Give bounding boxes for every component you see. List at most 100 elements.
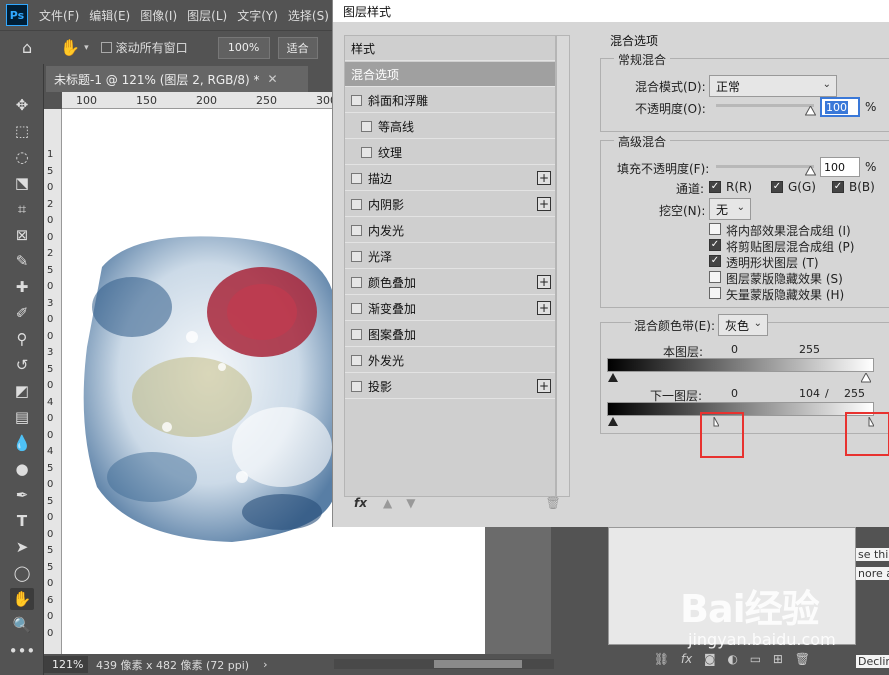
hand-tool-icon[interactable]: ✋ bbox=[60, 38, 80, 57]
scrollbar-thumb[interactable] bbox=[434, 660, 522, 668]
gradient-tool-icon[interactable]: ▤ bbox=[10, 406, 34, 428]
folder-icon[interactable]: ▭ bbox=[750, 652, 761, 666]
add-effect-icon[interactable]: + bbox=[537, 197, 551, 211]
advanced-option-checkbox[interactable] bbox=[709, 271, 721, 283]
horizontal-scrollbar[interactable] bbox=[334, 659, 554, 669]
move-tool-icon[interactable]: ✥ bbox=[10, 94, 34, 116]
trash-icon[interactable]: 🗑 bbox=[795, 652, 810, 666]
add-effect-icon[interactable]: + bbox=[537, 301, 551, 315]
hand-tool-icon[interactable]: ✋ bbox=[10, 588, 34, 610]
fill-opacity-input[interactable]: 100 bbox=[820, 157, 860, 177]
add-effect-icon[interactable]: + bbox=[537, 171, 551, 185]
this-layer-white-slider[interactable] bbox=[861, 373, 871, 383]
zoom-100-button[interactable]: 100% bbox=[217, 36, 270, 59]
type-tool-icon[interactable]: T bbox=[10, 510, 34, 532]
style-item-checkbox[interactable] bbox=[351, 250, 362, 262]
style-item[interactable]: 投影 + bbox=[345, 374, 555, 399]
brush-tool-icon[interactable]: ✐ bbox=[10, 302, 34, 324]
style-item[interactable]: 内阴影 + bbox=[345, 192, 555, 217]
blend-mode-select[interactable]: 正常 ⌄ bbox=[709, 75, 837, 97]
path-select-tool-icon[interactable]: ➤ bbox=[10, 536, 34, 558]
style-item-checkbox[interactable] bbox=[351, 354, 362, 366]
style-item[interactable]: 等高线 bbox=[345, 114, 555, 139]
style-item[interactable]: 外发光 bbox=[345, 348, 555, 373]
pen-tool-icon[interactable]: ✒ bbox=[10, 484, 34, 506]
move-down-icon[interactable]: ▼ bbox=[406, 496, 415, 510]
fit-screen-button[interactable]: 适合 bbox=[277, 36, 318, 59]
dodge-tool-icon[interactable]: ● bbox=[10, 458, 34, 480]
healing-brush-tool-icon[interactable]: ✚ bbox=[10, 276, 34, 298]
knockout-select[interactable]: 无 ⌄ bbox=[709, 198, 751, 220]
style-item[interactable]: 混合选项 bbox=[345, 62, 555, 87]
document-tab[interactable]: 未标题-1 @ 121% (图层 2, RGB/8) * ✕ bbox=[46, 66, 308, 92]
style-item[interactable]: 斜面和浮雕 bbox=[345, 88, 555, 113]
stamp-tool-icon[interactable]: ⚲ bbox=[10, 328, 34, 350]
menu-layer[interactable]: 图层(L) bbox=[182, 7, 232, 24]
channel-r-checkbox[interactable]: ✓ bbox=[709, 181, 721, 193]
blur-tool-icon[interactable]: 💧 bbox=[10, 432, 34, 454]
frame-tool-icon[interactable]: ⊠ bbox=[10, 224, 34, 246]
style-item-checkbox[interactable] bbox=[351, 276, 362, 288]
close-icon[interactable]: ✕ bbox=[268, 72, 278, 86]
style-item-checkbox[interactable] bbox=[351, 198, 362, 210]
opacity-input[interactable]: 100 bbox=[820, 97, 860, 117]
menu-type[interactable]: 文字(Y) bbox=[232, 7, 283, 24]
this-layer-black-slider[interactable] bbox=[608, 373, 618, 383]
eraser-tool-icon[interactable]: ◩ bbox=[10, 380, 34, 402]
menu-image[interactable]: 图像(I) bbox=[135, 7, 182, 24]
style-item-checkbox[interactable] bbox=[351, 94, 362, 106]
style-item-checkbox[interactable] bbox=[351, 224, 362, 236]
fx-icon[interactable]: fx bbox=[681, 652, 692, 666]
status-zoom[interactable]: 121% bbox=[44, 656, 88, 673]
style-item[interactable]: 内发光 bbox=[345, 218, 555, 243]
new-layer-icon[interactable]: ⊞ bbox=[773, 652, 783, 666]
chevron-down-icon[interactable]: ▾ bbox=[84, 43, 89, 53]
style-item[interactable]: 样式 bbox=[345, 36, 555, 61]
advanced-option-checkbox[interactable]: ✓ bbox=[709, 255, 721, 267]
checkbox-box[interactable] bbox=[100, 42, 112, 53]
crop-tool-icon[interactable]: ⌗ bbox=[10, 198, 34, 220]
chevron-right-icon[interactable]: › bbox=[263, 658, 267, 671]
link-icon[interactable]: ⛓ bbox=[654, 652, 669, 666]
style-item[interactable]: 光泽 bbox=[345, 244, 555, 269]
quick-select-tool-icon[interactable]: ⬔ bbox=[10, 172, 34, 194]
style-item[interactable]: 颜色叠加 + bbox=[345, 270, 555, 295]
marquee-tool-icon[interactable]: ⬚ bbox=[10, 120, 34, 142]
fx-button[interactable]: fx bbox=[354, 496, 367, 510]
style-item[interactable]: 纹理 bbox=[345, 140, 555, 165]
channel-g-checkbox[interactable]: ✓ bbox=[771, 181, 783, 193]
opacity-slider-thumb[interactable] bbox=[805, 106, 816, 116]
scroll-all-checkbox[interactable]: 滚动所有窗口 bbox=[100, 39, 188, 56]
style-item-checkbox[interactable] bbox=[361, 146, 372, 158]
menu-select[interactable]: 选择(S) bbox=[283, 7, 334, 24]
add-effect-icon[interactable]: + bbox=[537, 275, 551, 289]
style-list-scrollbar[interactable] bbox=[556, 35, 570, 497]
fill-opacity-slider-thumb[interactable] bbox=[805, 166, 816, 176]
style-item-checkbox[interactable] bbox=[361, 120, 372, 132]
mask-icon[interactable]: ◙ bbox=[704, 652, 716, 666]
style-item-checkbox[interactable] bbox=[351, 172, 362, 184]
advanced-option-checkbox[interactable] bbox=[709, 223, 721, 235]
advanced-option-checkbox[interactable] bbox=[709, 287, 721, 299]
blend-if-select[interactable]: 灰色 ⌄ bbox=[718, 314, 768, 336]
advanced-option-checkbox[interactable]: ✓ bbox=[709, 239, 721, 251]
adjustment-icon[interactable]: ◐ bbox=[728, 652, 738, 666]
ellipse-tool-icon[interactable]: ◯ bbox=[10, 562, 34, 584]
home-icon[interactable]: ⌂ bbox=[22, 38, 32, 57]
add-effect-icon[interactable]: + bbox=[537, 379, 551, 393]
menu-edit[interactable]: 编辑(E) bbox=[84, 7, 135, 24]
history-brush-tool-icon[interactable]: ↺ bbox=[10, 354, 34, 376]
eyedropper-tool-icon[interactable]: ✎ bbox=[10, 250, 34, 272]
zoom-tool-icon[interactable]: 🔍 bbox=[10, 614, 34, 636]
menu-file[interactable]: 文件(F) bbox=[34, 7, 84, 24]
style-item[interactable]: 图案叠加 bbox=[345, 322, 555, 347]
style-item-checkbox[interactable] bbox=[351, 380, 362, 392]
delete-effect-icon[interactable]: 🗑 bbox=[545, 496, 560, 510]
opacity-slider[interactable] bbox=[716, 104, 814, 107]
style-item-checkbox[interactable] bbox=[351, 302, 362, 314]
more-tools-icon[interactable]: ••• bbox=[9, 640, 36, 662]
fill-opacity-slider[interactable] bbox=[716, 165, 814, 168]
style-item[interactable]: 描边 + bbox=[345, 166, 555, 191]
style-item[interactable]: 渐变叠加 + bbox=[345, 296, 555, 321]
style-item-checkbox[interactable] bbox=[351, 328, 362, 340]
